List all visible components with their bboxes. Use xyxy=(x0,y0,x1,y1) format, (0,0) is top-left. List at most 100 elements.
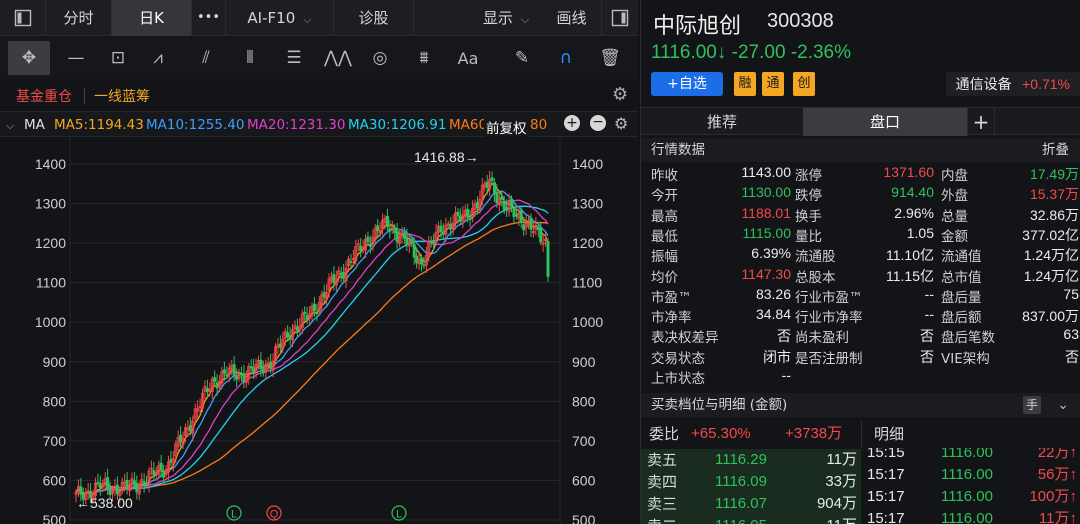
event-marker-label: L xyxy=(396,509,402,521)
candle-body xyxy=(475,202,479,209)
kline-chart[interactable]: 1400 1300 1200 1100 1000 900 800 700 600 500 1400… xyxy=(0,138,638,524)
crosshair-move-tool[interactable]: ✥ xyxy=(8,41,50,75)
candle-body xyxy=(441,231,445,235)
orderbook-level: 卖二 xyxy=(647,515,677,524)
gear-icon[interactable]: ⚙ xyxy=(614,114,628,133)
event-marker-label: L xyxy=(231,509,237,521)
bid-diff-value: +3738万 xyxy=(785,425,843,442)
draw-line-button[interactable]: 画线 xyxy=(542,0,602,36)
y-tick-label: 800 xyxy=(572,393,596,409)
orderbook-row[interactable]: 卖四 1116.09 33万 xyxy=(641,471,861,493)
zoom-out-icon[interactable]: − xyxy=(590,115,606,131)
candle-body xyxy=(449,223,453,230)
candle-body xyxy=(393,228,397,234)
y-tick-label: 1100 xyxy=(572,275,602,291)
bars-tool[interactable]: ⦀ xyxy=(232,41,268,75)
candle-body xyxy=(514,213,518,217)
badge-connect[interactable]: 通 xyxy=(762,72,784,96)
chart-grid xyxy=(69,138,561,524)
candle-body xyxy=(342,272,346,279)
add-watchlist-button[interactable]: +自选 xyxy=(651,72,723,96)
tag-fund[interactable]: 基金重仓 xyxy=(16,86,72,106)
y-tick-label: 1300 xyxy=(35,196,66,212)
y-tick-label: 1200 xyxy=(35,235,66,251)
chevron-down-icon[interactable]: ⌄ xyxy=(1057,393,1069,417)
back-button[interactable] xyxy=(0,0,46,36)
delete-tool[interactable]: 🗑 xyxy=(592,41,628,75)
add-tab-button[interactable]: + xyxy=(967,108,995,136)
orderbook-price: 1116.29 xyxy=(715,451,767,468)
wave-tool[interactable]: ⋀⋀ xyxy=(320,41,356,75)
detail-price: 1116.00 xyxy=(941,510,993,524)
quote-row: 市净率 34.84 行业市净率 -- 盘后额 837.00万 xyxy=(641,306,1080,326)
quote-value: 否 xyxy=(920,348,934,365)
more-tabs-button[interactable]: ••• xyxy=(192,0,226,36)
y-tick-label: 1100 xyxy=(36,275,66,291)
y-axis-right: 1400 1300 1200 1100 1000 900 800 700 600 500 xyxy=(572,156,603,524)
tag-bar: 基金重仓 一线蓝筹 ⚙ xyxy=(0,80,638,110)
crop-tool[interactable]: ⊡ xyxy=(100,41,136,75)
fib-tool[interactable]: ☰ xyxy=(276,41,312,75)
y-tick-label: 600 xyxy=(572,472,596,488)
y-tick-label: 500 xyxy=(43,512,67,524)
candle-body xyxy=(458,215,462,222)
candle-body xyxy=(485,181,489,188)
y-axis-left: 1400 1300 1200 1100 1000 900 800 700 600 500 xyxy=(35,156,66,524)
ma-label: MA xyxy=(24,117,45,133)
tab-intraday[interactable]: 分时 xyxy=(46,0,112,36)
detail-time: 15:17 xyxy=(867,466,905,483)
chevron-down-icon[interactable]: ⌵ xyxy=(6,119,14,133)
orderbook-title: 买卖档位与明细 (金额) xyxy=(651,397,788,413)
tab-diagnosis[interactable]: 诊股 xyxy=(334,0,414,36)
orderbook-row[interactable]: 卖三 1116.07 904万 xyxy=(641,493,861,515)
quote-row: 昨收 1143.00 涨停 1371.60 内盘 17.49万 xyxy=(641,164,1080,184)
orderbook-row[interactable]: 卖五 1116.29 11万 xyxy=(641,449,861,471)
fan-tool[interactable]: ⩘ xyxy=(140,41,176,75)
candle-body xyxy=(422,264,426,267)
display-dropdown[interactable]: 显示 ⌵ xyxy=(470,0,542,36)
candle-body xyxy=(115,484,119,495)
tab-ai-f10[interactable]: AI-F10 ⌵ xyxy=(226,0,334,36)
zoom-in-icon[interactable]: + xyxy=(564,115,580,131)
tab-daily-k[interactable]: 日K xyxy=(112,0,192,36)
sector-badge[interactable]: 通信设备 +0.71% xyxy=(945,72,1080,96)
sidebar-toggle-button[interactable] xyxy=(602,0,638,36)
quote-label: 外盘 xyxy=(941,188,968,205)
gann-tool[interactable]: ⩩ xyxy=(406,41,442,75)
hand-unit-button[interactable]: 手 xyxy=(1023,396,1041,414)
candle-body xyxy=(288,335,292,339)
fold-button[interactable]: 折叠 xyxy=(1042,138,1069,162)
line-tool[interactable]: — xyxy=(58,41,94,75)
quote-label: 总市值 xyxy=(941,269,982,286)
candle-body xyxy=(405,236,409,245)
text-tool[interactable]: Aa xyxy=(450,41,486,75)
candle-body xyxy=(261,368,265,373)
adjust-mode[interactable]: 前复权 xyxy=(484,117,529,137)
quote-value: 6.39% xyxy=(751,245,791,262)
tag-bluechip[interactable]: 一线蓝筹 xyxy=(94,86,150,106)
cycle-tool[interactable]: ◎ xyxy=(362,41,398,75)
channel-tool[interactable]: ⫽ xyxy=(188,41,224,75)
tab-recommend[interactable]: 推荐 xyxy=(641,108,803,136)
gear-icon[interactable]: ⚙ xyxy=(612,84,628,105)
bid-ratio-label: 委比 xyxy=(649,425,680,443)
stock-code: 300308 xyxy=(767,10,834,32)
quote-label: 上市状态 xyxy=(651,371,705,387)
eraser-tool[interactable]: ✎ xyxy=(504,41,540,75)
candle-body xyxy=(519,210,523,223)
orderbook-row[interactable]: 卖二 1116.05 11万 xyxy=(641,515,861,524)
wave-icon: ⋀⋀ xyxy=(324,48,352,68)
quote-label: 交易状态 xyxy=(651,350,705,367)
badge-margin[interactable]: 融 xyxy=(734,72,756,96)
candle-body xyxy=(235,375,239,380)
quote-label: 今开 xyxy=(651,188,678,205)
quote-label: 尚未盈利 xyxy=(795,330,849,347)
magnet-tool[interactable]: ∩ xyxy=(548,41,584,75)
sector-change: +0.71% xyxy=(1022,76,1070,92)
tab-order-disk[interactable]: 盘口 xyxy=(803,108,967,136)
tag-divider xyxy=(84,88,85,104)
badge-chinext[interactable]: 创 xyxy=(793,72,815,96)
fib-icon: ☰ xyxy=(286,48,302,68)
quote-row: 振幅 6.39% 流通股 11.10亿 流通值 1.24万亿 xyxy=(641,245,1080,265)
right-tabs: 推荐 盘口 + xyxy=(641,107,1080,136)
